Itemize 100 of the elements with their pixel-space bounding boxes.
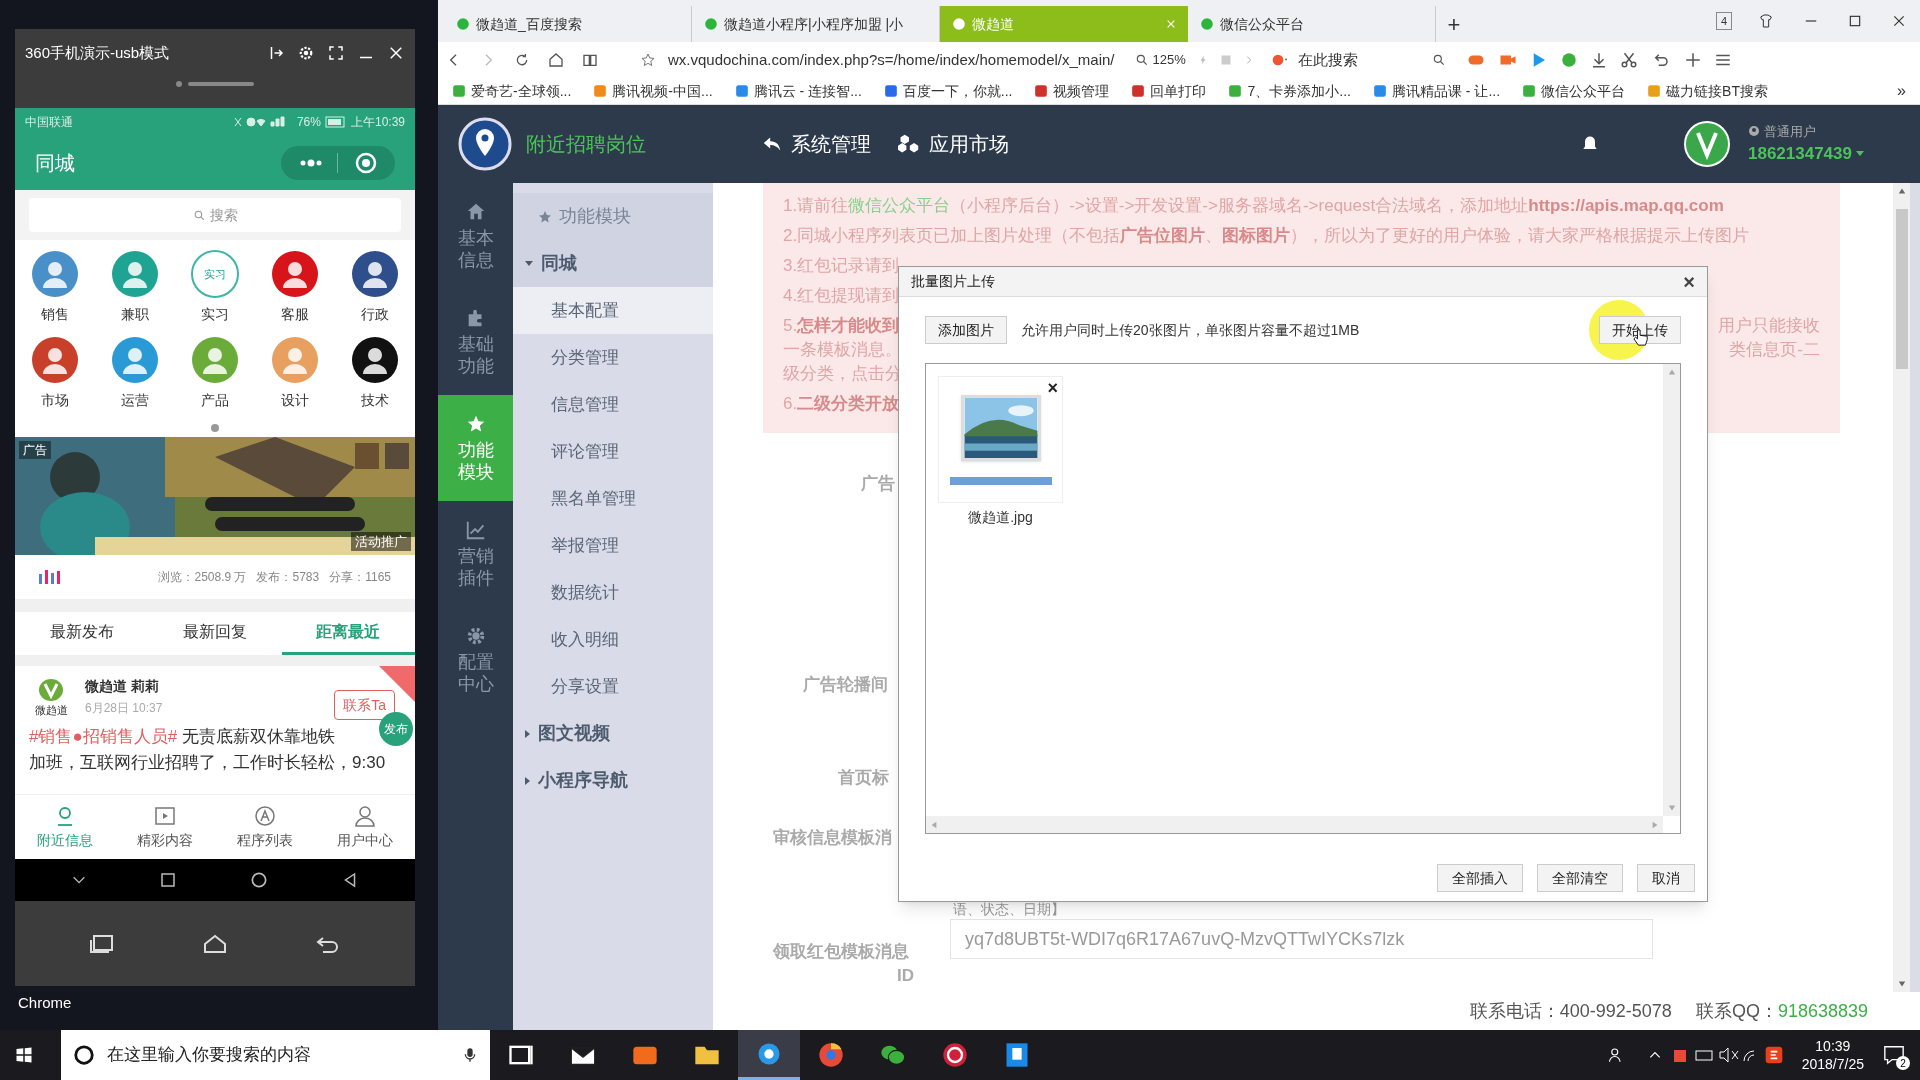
zoom-level[interactable]: 125% <box>1152 50 1186 70</box>
category-label[interactable]: 技术 <box>361 390 389 411</box>
side-nav-item[interactable]: 基本信息 <box>438 183 513 289</box>
dialog-button[interactable]: 取消 <box>1637 864 1695 892</box>
close-icon[interactable] <box>387 44 405 62</box>
search-icon[interactable] <box>1431 53 1446 67</box>
settings-icon[interactable] <box>297 44 315 62</box>
category-label[interactable]: 市场 <box>41 390 69 411</box>
category-label[interactable]: 销售 <box>41 304 69 325</box>
new-tab-button[interactable]: + <box>1436 6 1472 42</box>
bookmark-link[interactable]: 百度一下，你就... <box>883 80 1013 102</box>
clock-time[interactable]: 10:39 <box>1815 1037 1851 1055</box>
post-tag[interactable]: #销售●招销售人员# <box>29 727 178 746</box>
category-icon[interactable] <box>351 336 399 384</box>
bottom-nav-item[interactable]: 用户中心 <box>315 795 415 859</box>
sub-nav-item[interactable]: 基本配置 <box>513 287 713 334</box>
category-label[interactable]: 实习 <box>201 304 229 325</box>
scrollbar-thumb[interactable] <box>1895 209 1908 369</box>
category-label[interactable]: 产品 <box>201 390 229 411</box>
bookmark-link[interactable]: 回单打印 <box>1131 80 1207 102</box>
star-icon[interactable] <box>640 52 656 68</box>
bookmark-link[interactable]: 微信公众平台 <box>1522 80 1626 102</box>
contact-button[interactable]: 联系Ta <box>334 690 395 720</box>
bottom-nav-item[interactable]: 精彩内容 <box>115 795 215 859</box>
clock-date[interactable]: 2018/7/25 <box>1801 1055 1864 1073</box>
category-label[interactable]: 兼职 <box>121 304 149 325</box>
sub-nav-item[interactable]: 收入明细 <box>513 616 713 663</box>
bookmark-favicon-icon <box>1131 84 1146 98</box>
category-label[interactable]: 行政 <box>361 304 389 325</box>
sub-nav-item[interactable]: 评论管理 <box>513 428 713 475</box>
remove-file-button[interactable]: × <box>1047 375 1058 402</box>
feed-tab[interactable]: 最新回复 <box>148 612 282 655</box>
home-circle-icon[interactable] <box>249 870 269 890</box>
home-icon[interactable] <box>202 933 228 954</box>
category-label[interactable]: 客服 <box>281 304 309 325</box>
zoom-icon[interactable] <box>1134 53 1149 67</box>
notification-icon[interactable] <box>1882 1044 1906 1066</box>
scroll-down-icon[interactable] <box>1896 980 1907 988</box>
microphone-icon[interactable] <box>462 1045 478 1065</box>
scrollbar[interactable] <box>1893 183 1910 992</box>
form-label: 首页标 <box>838 767 889 789</box>
bookmark-link[interactable]: 腾讯精品课 - 让... <box>1372 80 1501 102</box>
fullscreen-icon[interactable] <box>327 44 345 62</box>
sub-nav-item[interactable]: 数据统计 <box>513 569 713 616</box>
square-icon[interactable] <box>159 871 177 889</box>
top-nav-link[interactable]: 应用市场 <box>897 129 1009 159</box>
dialog-button[interactable]: 全部插入 <box>1437 864 1523 892</box>
side-nav-item[interactable]: 配置中心 <box>438 607 513 713</box>
category-label[interactable]: 运营 <box>121 390 149 411</box>
promo-label[interactable]: 活动推广 <box>351 531 411 551</box>
nav-group[interactable]: 小程序导航 <box>513 757 713 804</box>
bookmark-link[interactable]: 7、卡券添加小... <box>1228 80 1351 102</box>
author-name: 微趋道 莉莉 <box>85 677 160 696</box>
add-icon[interactable] <box>1683 51 1702 69</box>
recent-apps-icon[interactable] <box>88 933 115 954</box>
home-icon[interactable] <box>548 52 564 68</box>
desktop-icon-label[interactable]: Chrome <box>18 992 72 1015</box>
drag-handle-icon[interactable] <box>176 81 254 87</box>
scroll-up-icon[interactable] <box>1896 187 1907 195</box>
close-icon[interactable] <box>1892 14 1906 28</box>
app-icon[interactable] <box>941 1041 969 1069</box>
user-phone-menu[interactable]: 18621347439 <box>1748 141 1864 167</box>
sub-nav-item[interactable]: 黑名单管理 <box>513 475 713 522</box>
side-nav-item[interactable]: 营销插件 <box>438 501 513 607</box>
bookmark-link[interactable]: 磁力链接BT搜索 <box>1647 80 1768 102</box>
add-image-button[interactable]: 添加图片 <box>925 316 1007 344</box>
dialog-button[interactable]: 全部清空 <box>1537 864 1623 892</box>
bookmark-link[interactable]: 腾讯视频-中国... <box>593 80 713 102</box>
bookmark-link[interactable]: 爱奇艺-全球领... <box>452 80 572 102</box>
tray-icons[interactable] <box>1673 1047 1754 1063</box>
feed-tab[interactable]: 最新发布 <box>15 612 149 655</box>
bookmark-link[interactable]: 腾讯云 - 连接智... <box>734 80 862 102</box>
top-nav-link[interactable]: 系统管理 <box>761 129 871 159</box>
side-nav-item[interactable]: 基础功能 <box>438 289 513 395</box>
search-field[interactable]: 在此搜索 <box>1297 48 1424 72</box>
reload-icon[interactable] <box>514 52 530 68</box>
nav-group[interactable]: 同城 <box>513 240 713 287</box>
avatar-icon[interactable] <box>1684 121 1730 167</box>
sub-nav-item[interactable]: 信息管理 <box>513 381 713 428</box>
close-button[interactable]: × <box>1683 266 1695 297</box>
shirt-icon[interactable] <box>1758 13 1774 29</box>
taskbar-search-field[interactable]: 在这里输入你要搜索的内容 <box>61 1030 490 1080</box>
more-bookmarks-button[interactable]: » <box>1897 79 1906 103</box>
scissors-icon[interactable] <box>1619 51 1638 69</box>
maximize-icon[interactable] <box>1848 14 1862 28</box>
chat-bubble-icon[interactable] <box>1559 51 1578 69</box>
bottom-nav-item[interactable]: 程序列表 <box>215 795 315 859</box>
carrier-text: 中国联通 <box>25 114 73 131</box>
nav-group[interactable]: 图文视频 <box>513 710 713 757</box>
sub-nav-item[interactable]: 分类管理 <box>513 334 713 381</box>
address-field[interactable]: wx.vqudochina.com/index.php?s=/home/index/homemodel/x_main/ <box>668 48 1115 72</box>
brand-title[interactable]: 附近招聘岗位 <box>526 129 646 159</box>
book-icon[interactable] <box>582 52 598 68</box>
sub-nav-item[interactable]: 举报管理 <box>513 522 713 569</box>
category-label[interactable]: 设计 <box>281 390 309 411</box>
category-icon[interactable] <box>351 250 399 298</box>
sogou-icon[interactable] <box>1763 1045 1784 1065</box>
bookmark-link[interactable]: 视频管理 <box>1034 80 1110 102</box>
sub-nav-item[interactable]: 分享设置 <box>513 663 713 710</box>
windows-start-icon[interactable] <box>15 1046 33 1064</box>
